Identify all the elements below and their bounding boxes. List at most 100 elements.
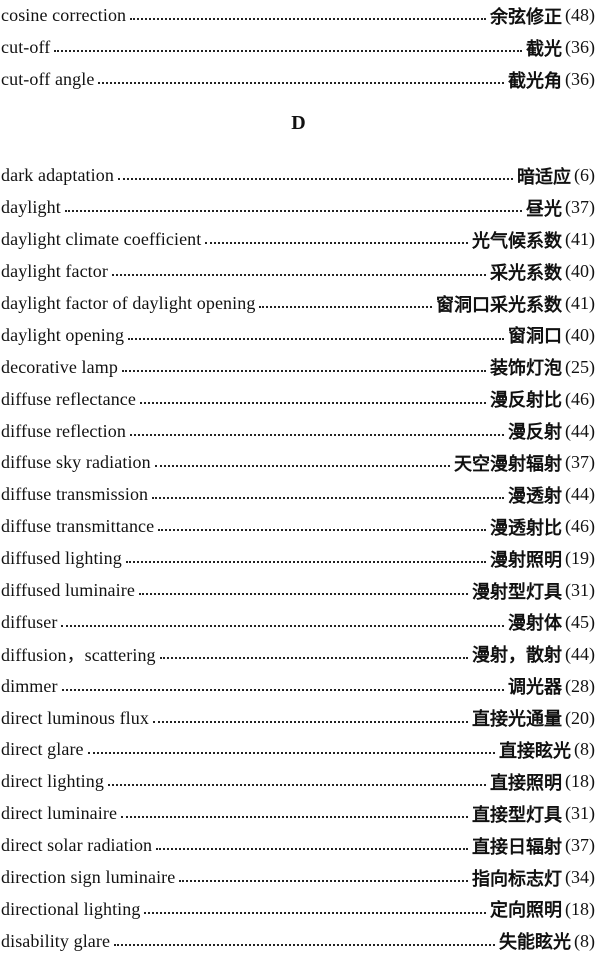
entry-page-number: (18) [565,771,595,792]
entry-chinese-term: 截光 [526,38,562,60]
index-entry: direction sign luminaire 指向标志灯 (34) [0,862,597,894]
entry-english-term: daylight climate coefficient [1,229,202,250]
entry-page-number: (41) [565,293,595,313]
dot-leader [158,528,486,532]
entry-page-number: (36) [565,69,595,90]
entry-page-number: (45) [565,611,595,632]
entry-english-term: disability glare [1,930,111,951]
entry-page-number: (46) [565,388,595,409]
entry-chinese-term: 失能眩光 [499,932,571,954]
entry-page-number: (31) [565,803,595,824]
entry-page-number: (31) [565,580,595,601]
entry-chinese-term: 直接眩光 [499,740,571,762]
dot-leader [117,177,513,181]
section-letter-heading: D [291,112,306,134]
index-entry: direct glare 直接眩光 (8) [0,734,597,766]
entry-chinese-term: 暗适应 [517,166,571,188]
entry-english-term: daylight [1,197,61,218]
entry-chinese-term: 装饰灯泡 [490,358,562,380]
dot-leader [139,401,486,404]
entry-english-term: direct solar radiation [1,835,153,856]
dot-leader [125,560,486,564]
entry-chinese-term: 余弦修正 [490,6,562,28]
entry-english-term: direct glare [1,739,84,760]
dot-leader [61,624,504,627]
entry-english-term: daylight factor of daylight opening [1,293,256,313]
entry-page-number: (8) [574,739,595,760]
entry-page-number: (28) [565,675,595,696]
entry-english-term: cut-off [1,37,51,58]
dot-leader [154,464,450,468]
entry-page-number: (19) [565,548,595,569]
index-entry: disability glare 失能眩光 (8) [0,925,597,957]
entry-chinese-term: 直接光通量 [472,709,562,731]
entry-english-term: daylight opening [1,324,125,345]
entry-english-term: cosine correction [1,5,127,26]
entry-page-number: (18) [565,898,595,919]
dot-leader [259,305,432,308]
entry-chinese-term: 调光器 [508,677,562,699]
dot-leader [87,751,495,755]
index-block-c-end: cosine correction 余弦修正 (48) cut-off 截光 (36) cu… [0,0,597,96]
entry-english-term: dark adaptation [1,165,114,186]
entry-page-number: (41) [565,229,595,250]
entry-page-number: (40) [565,261,595,282]
entry-page-number: (37) [565,835,595,856]
entry-page-number: (46) [565,516,595,537]
entry-chinese-term: 昼光 [526,198,562,220]
dot-leader [121,369,486,372]
dot-leader [152,720,468,723]
dot-leader [152,496,504,500]
entry-chinese-term: 漫透射 [508,485,562,507]
index-entry: cut-off 截光 (36) [0,32,597,64]
entry-page-number: (25) [565,356,595,377]
index-entry: dark adaptation 暗适应 (6) [0,160,597,192]
index-entry: directional lighting 定向照明 (18) [0,893,597,925]
index-block-d: dark adaptation 暗适应 (6) daylight 昼光 (37) dayli… [0,160,597,957]
entry-page-number: (44) [565,420,595,441]
entry-chinese-term: 漫反射比 [490,390,562,412]
dot-leader [61,688,504,691]
entry-english-term: diffuse reflectance [1,388,136,409]
entry-page-number: (44) [565,484,595,505]
index-entry: direct solar radiation 直接日辐射 (37) [0,830,597,862]
index-entry: daylight factor 采光系数 (40) [0,256,597,288]
entry-english-term: diffuser [1,611,58,632]
dot-leader [107,783,486,787]
index-entry: direct luminous flux 直接光通量 (20) [0,702,597,734]
dot-leader [144,911,486,914]
index-entry: diffused luminaire 漫射型灯具 (31) [0,575,597,607]
entry-chinese-term: 漫射照明 [490,549,562,571]
entry-english-term: diffuse sky radiation [1,452,151,473]
entry-english-term: direct luminaire [1,803,118,824]
entry-chinese-term: 漫射，散射 [472,645,562,667]
entry-chinese-term: 截光角 [508,70,562,92]
dot-leader [128,337,504,340]
index-entry: diffuse reflectance 漫反射比 (46) [0,383,597,415]
entry-chinese-term: 直接日辐射 [472,836,562,858]
index-entry: decorative lamp 装饰灯泡 (25) [0,351,597,383]
entry-english-term: cut-off angle [1,69,95,90]
dot-leader [129,433,504,436]
dot-leader [130,17,486,21]
entry-english-term: diffuse transmittance [1,516,155,537]
index-entry: diffuse transmission 漫透射 (44) [0,479,597,511]
dot-leader [98,81,504,85]
entry-chinese-term: 窗洞口 [508,326,562,348]
entry-chinese-term: 漫透射比 [490,517,562,539]
entry-english-term: direct luminous flux [1,707,149,728]
entry-page-number: (48) [565,5,595,26]
entry-chinese-term: 窗洞口采光系数 [436,294,562,316]
index-entry: cut-off angle 截光角 (36) [0,64,597,96]
entry-chinese-term: 光气候系数 [472,230,562,252]
index-entry: diffuse transmittance 漫透射比 (46) [0,511,597,543]
index-entry: dimmer 调光器 (28) [0,670,597,702]
index-entry: daylight climate coefficient 光气候系数 (41) [0,224,597,256]
dot-leader [138,592,468,596]
dot-leader [114,943,495,946]
entry-page-number: (8) [574,930,595,951]
entry-english-term: decorative lamp [1,356,118,377]
entry-page-number: (6) [574,165,595,186]
entry-english-term: diffuse transmission [1,484,149,505]
dot-leader [156,847,468,851]
